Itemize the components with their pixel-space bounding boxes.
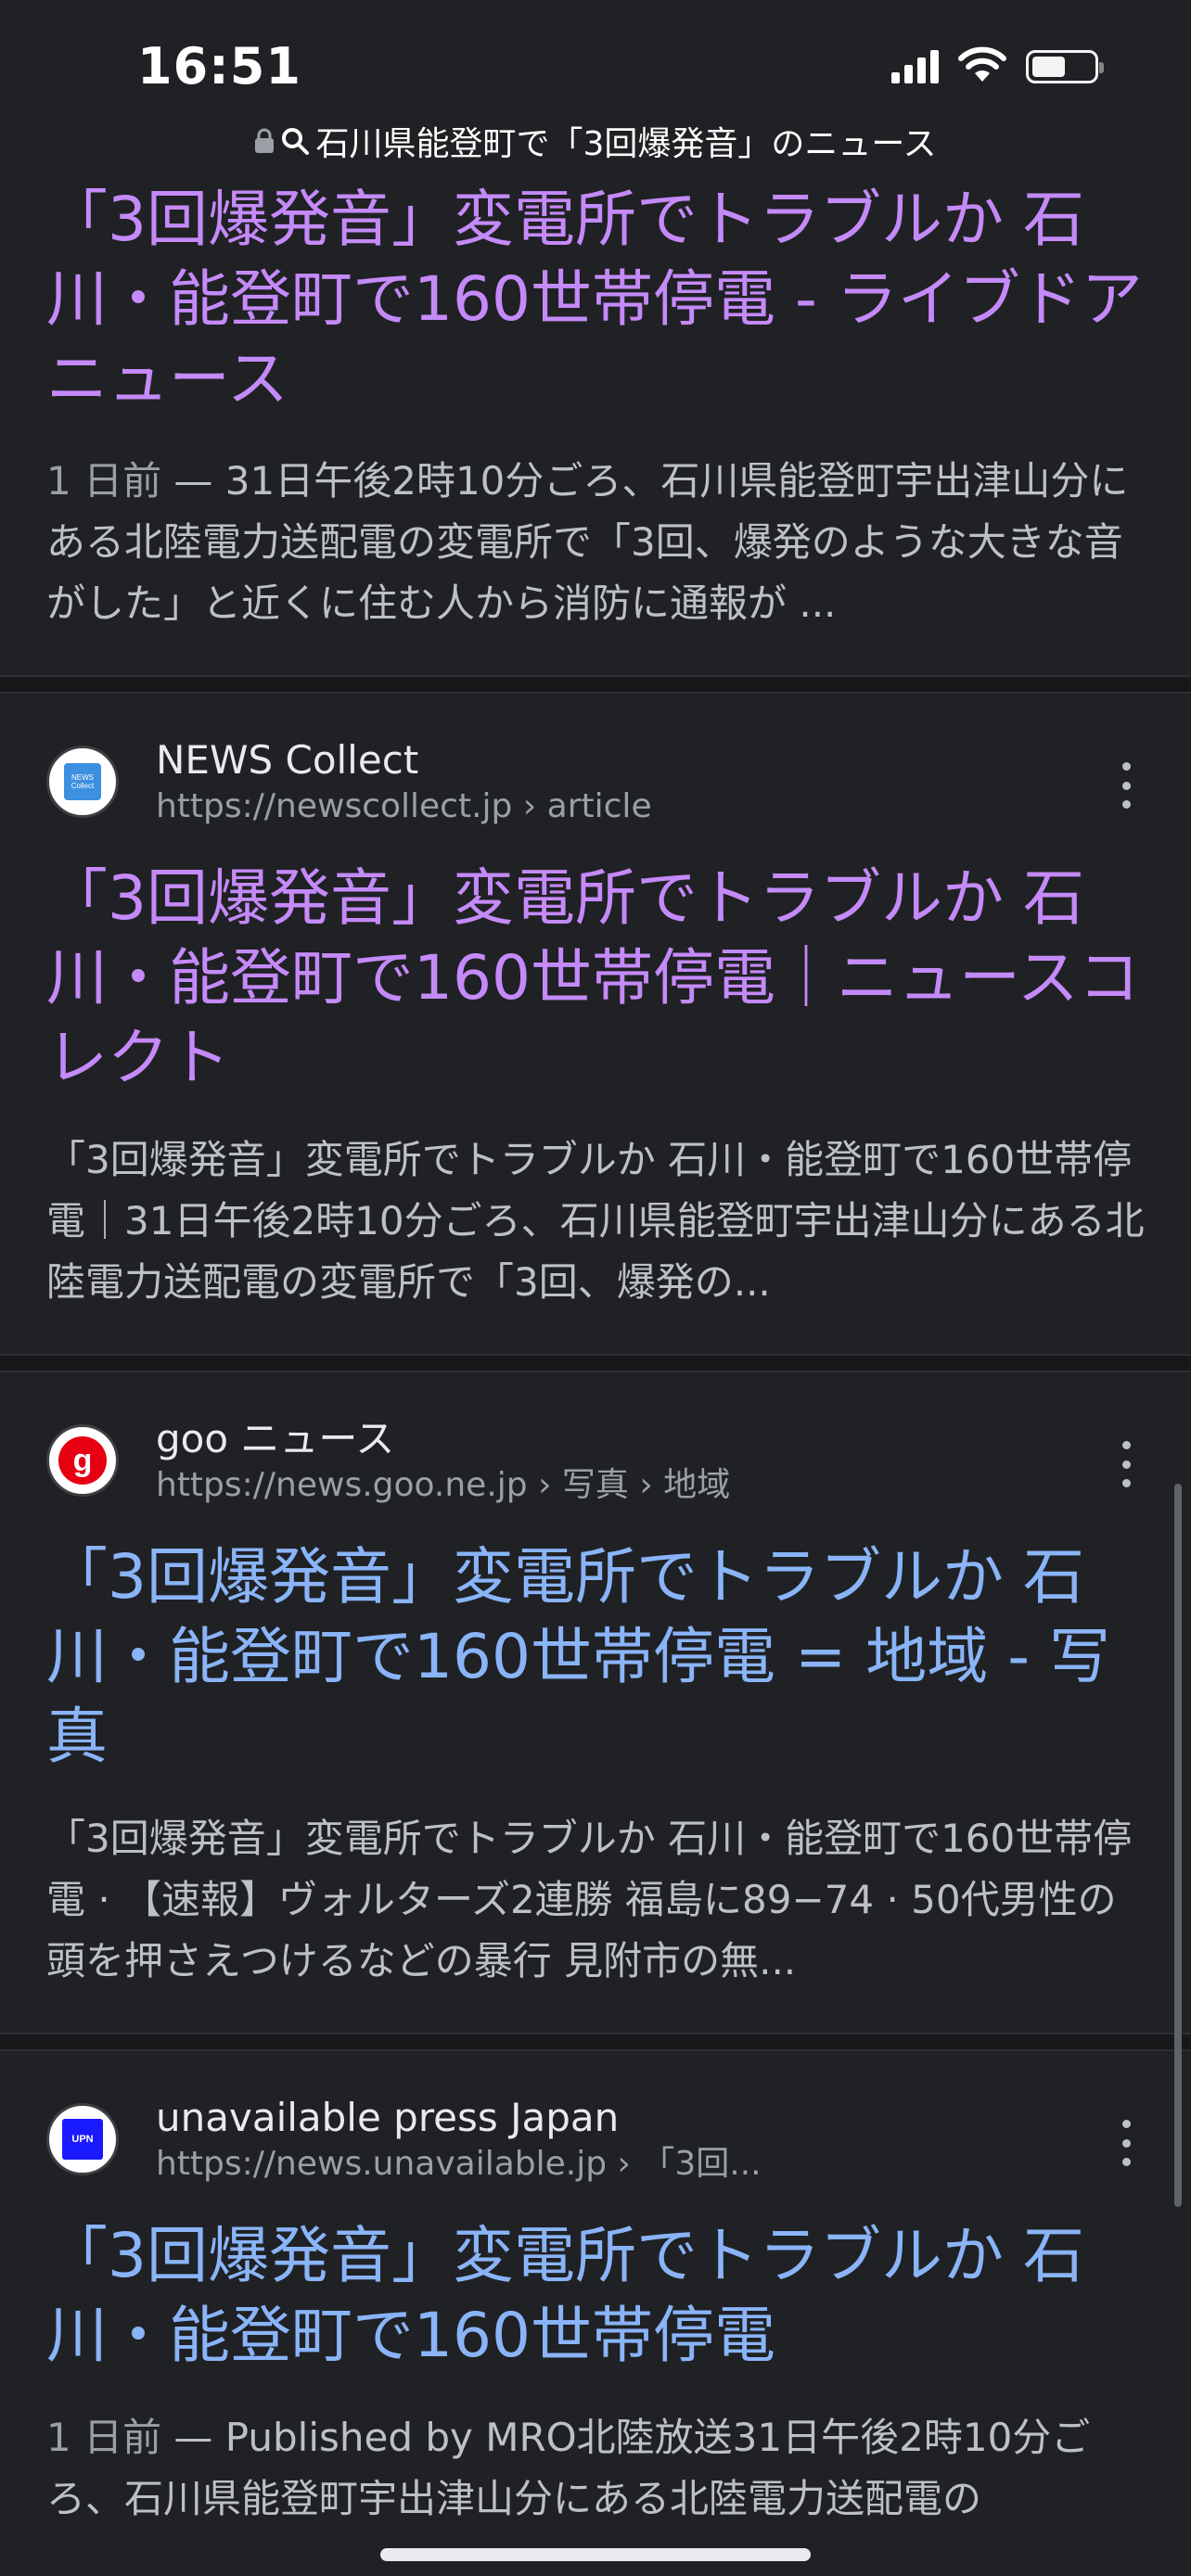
search-result-livedoor: 「3回爆発音」変電所でトラブルか 石川・能登町で160世帯停電 - ライブドアニ… bbox=[0, 169, 1191, 675]
address-bar[interactable]: 石川県能登町で「3回爆発音」のニュース bbox=[0, 113, 1191, 169]
result-title[interactable]: 「3回爆発音」変電所でトラブルか 石川・能登町で160世帯停電｜ニュースコレクト bbox=[46, 859, 1145, 1098]
goo-favicon: g bbox=[46, 1424, 119, 1497]
result-site-row[interactable]: g goo ニュース https://news.goo.ne.jp › 写真 ›… bbox=[46, 1406, 1145, 1515]
result-site-text: goo ニュース https://news.goo.ne.jp › 写真 › 地… bbox=[156, 1414, 730, 1507]
result-snippet: 1 日前 — 31日午後2時10分ごろ、石川県能登町宇出津山分にある北陸電力送配… bbox=[46, 451, 1145, 634]
battery-icon bbox=[1026, 50, 1104, 83]
search-icon bbox=[282, 128, 310, 155]
lock-icon bbox=[255, 128, 275, 153]
result-divider bbox=[0, 2033, 1191, 2051]
result-date-separator: — bbox=[161, 2415, 225, 2460]
result-site-name: NEWS Collect bbox=[156, 737, 419, 783]
address-bar-text: 石川県能登町で「3回爆発音」のニュース bbox=[315, 125, 937, 163]
result-url: https://newscollect.jp › article bbox=[156, 787, 652, 825]
status-bar: 16:51 bbox=[0, 0, 1191, 121]
result-site-name: goo ニュース bbox=[156, 1416, 395, 1461]
upn-favicon: UPN bbox=[46, 2103, 119, 2175]
favicon-label: UPN bbox=[71, 2134, 94, 2145]
status-icons bbox=[891, 46, 1104, 83]
home-indicator[interactable] bbox=[380, 2548, 811, 2561]
cellular-signal-icon bbox=[891, 48, 939, 83]
result-date: 1 日前 bbox=[46, 458, 162, 504]
result-date-separator: — bbox=[161, 458, 225, 504]
result-site-row[interactable]: NEWS Collect NEWS Collect https://newsco… bbox=[46, 727, 1145, 836]
search-result-unavailable-press: UPN unavailable press Japan https://news… bbox=[0, 2051, 1191, 2570]
result-divider bbox=[0, 1354, 1191, 1372]
newscollect-favicon: NEWS Collect bbox=[46, 746, 119, 818]
wifi-icon bbox=[958, 46, 1006, 82]
search-results: 「3回爆発音」変電所でトラブルか 石川・能登町で160世帯停電 - ライブドアニ… bbox=[0, 169, 1191, 2570]
result-title[interactable]: 「3回爆発音」変電所でトラブルか 石川・能登町で160世帯停電 - ライブドアニ… bbox=[46, 180, 1145, 419]
result-site-name: unavailable press Japan bbox=[156, 2095, 620, 2140]
result-url: https://news.unavailable.jp › 「3回... bbox=[156, 2145, 762, 2183]
scrollbar[interactable] bbox=[1174, 1484, 1182, 2207]
result-url: https://news.goo.ne.jp › 写真 › 地域 bbox=[156, 1466, 731, 1504]
search-result-goo: g goo ニュース https://news.goo.ne.jp › 写真 ›… bbox=[0, 1372, 1191, 2033]
screen: 16:51 石川県能登町で「3回爆発音」のニュース 「3回爆発音」変電所でトラブ… bbox=[0, 0, 1191, 2576]
result-date: 1 日前 bbox=[46, 2415, 162, 2460]
result-snippet: 1 日前 — Published by MRO北陸放送31日午後2時10分ごろ、… bbox=[46, 2407, 1145, 2530]
result-divider bbox=[0, 675, 1191, 694]
result-site-text: NEWS Collect https://newscollect.jp › ar… bbox=[156, 735, 652, 828]
status-time: 16:51 bbox=[137, 37, 301, 96]
result-site-row[interactable]: UPN unavailable press Japan https://news… bbox=[46, 2085, 1145, 2194]
search-result-newscollect: NEWS Collect NEWS Collect https://newsco… bbox=[0, 694, 1191, 1354]
more-options-icon[interactable] bbox=[1108, 2120, 1145, 2166]
result-snippet: 「3回爆発音」変電所でトラブルか 石川・能登町で160世帯停電｜31日午後2時1… bbox=[46, 1137, 1145, 1305]
result-title[interactable]: 「3回爆発音」変電所でトラブルか 石川・能登町で160世帯停電 = 地域 - 写… bbox=[46, 1537, 1145, 1777]
more-options-icon[interactable] bbox=[1108, 762, 1145, 809]
more-options-icon[interactable] bbox=[1108, 1441, 1145, 1487]
favicon-label: g bbox=[72, 1442, 93, 1478]
result-title[interactable]: 「3回爆発音」変電所でトラブルか 石川・能登町で160世帯停電 bbox=[46, 2216, 1145, 2376]
result-snippet: 「3回爆発音」変電所でトラブルか 石川・能登町で160世帯停電 · 【速報】ヴォ… bbox=[46, 1816, 1133, 1983]
favicon-label: NEWS Collect bbox=[70, 773, 95, 790]
result-site-text: unavailable press Japan https://news.una… bbox=[156, 2093, 762, 2186]
battery-level bbox=[1032, 57, 1066, 77]
